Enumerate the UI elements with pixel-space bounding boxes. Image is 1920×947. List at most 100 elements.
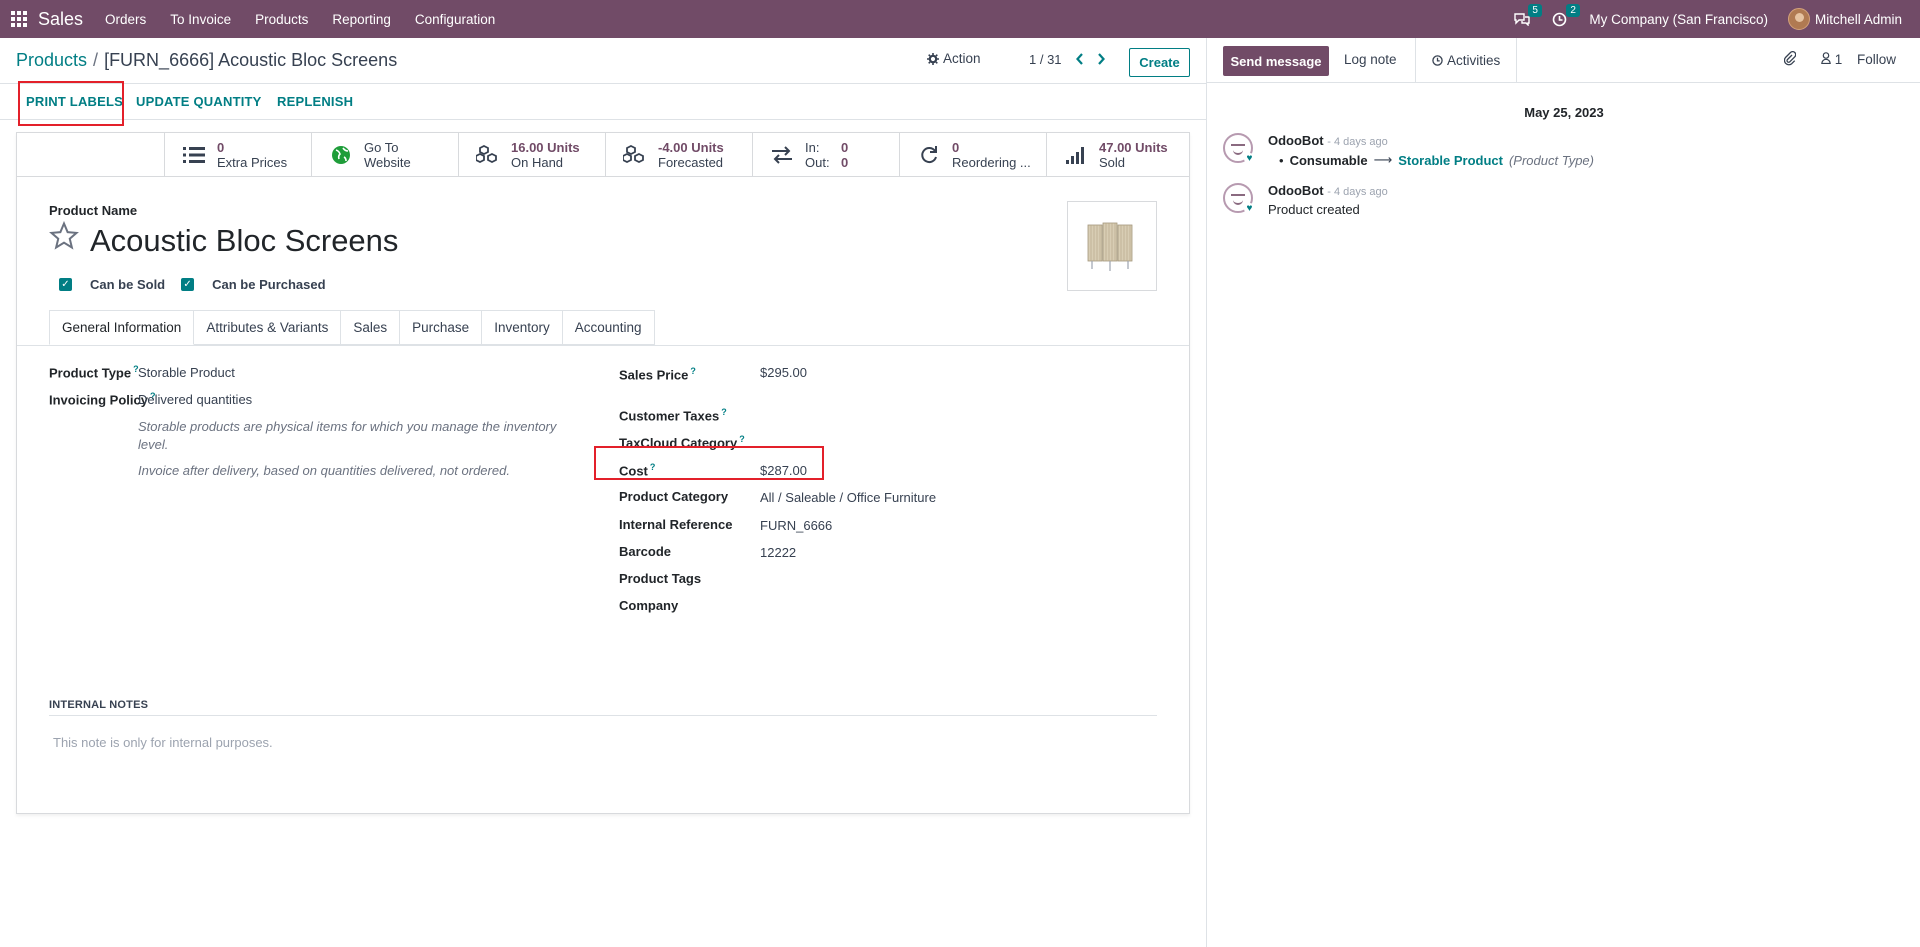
internal-notes-field[interactable]: This note is only for internal purposes. bbox=[53, 735, 273, 750]
attachment-icon[interactable] bbox=[1783, 50, 1797, 70]
smart-button-go-to-website[interactable]: Go To Website bbox=[311, 133, 458, 177]
reordering-value: 0 bbox=[952, 140, 960, 155]
on-hand-value: 16.00 Units bbox=[511, 140, 580, 155]
highlight-box-print-labels bbox=[18, 81, 124, 126]
log-note-button[interactable]: Log note bbox=[1344, 52, 1397, 67]
list-icon bbox=[179, 146, 209, 164]
clock-icon bbox=[1432, 55, 1443, 66]
tracking-new-value: Storable Product bbox=[1398, 152, 1503, 168]
in-value: 0 bbox=[841, 140, 849, 155]
sold-value: 47.00 Units bbox=[1099, 140, 1168, 155]
internal-notes-heading: INTERNAL NOTES bbox=[49, 699, 1157, 716]
heart-icon: ♥ bbox=[1244, 203, 1255, 214]
internal-reference-field[interactable]: FURN_6666 bbox=[760, 518, 832, 533]
product-type-label: Product Type? bbox=[49, 364, 139, 381]
followers-count: 1 bbox=[1834, 52, 1843, 67]
app-name[interactable]: Sales bbox=[38, 9, 83, 30]
update-quantity-button[interactable]: UPDATE QUANTITY bbox=[136, 94, 262, 109]
message-author: OdooBot - 4 days ago bbox=[1268, 133, 1388, 148]
gear-icon bbox=[927, 52, 939, 65]
odoobot-avatar: ♥ bbox=[1223, 133, 1255, 164]
chevron-left-icon bbox=[1076, 53, 1083, 65]
create-button[interactable]: Create bbox=[1129, 48, 1190, 77]
product-type-field[interactable]: Storable Product bbox=[138, 365, 235, 380]
tabs-divider bbox=[17, 345, 1189, 346]
can-be-sold-checkbox[interactable]: ✓ bbox=[59, 278, 72, 291]
internal-reference-label: Internal Reference bbox=[619, 517, 733, 532]
sales-price-field[interactable]: $295.00 bbox=[760, 365, 807, 380]
can-be-purchased-checkbox[interactable]: ✓ bbox=[181, 278, 195, 291]
messages-systray[interactable]: 5 bbox=[1514, 4, 1542, 26]
send-message-button[interactable]: Send message bbox=[1223, 46, 1329, 76]
user-icon bbox=[1821, 52, 1831, 65]
cubes-icon bbox=[473, 145, 503, 165]
help-tooltip-icon[interactable]: ? bbox=[690, 366, 696, 376]
chatter-panel: Send message Log note Activities 1 Follo… bbox=[1206, 38, 1920, 947]
apps-menu-icon[interactable] bbox=[0, 0, 38, 38]
user-menu[interactable]: Mitchell Admin bbox=[1787, 8, 1902, 30]
website-line2: Website bbox=[364, 155, 411, 170]
product-category-field[interactable]: All / Saleable / Office Furniture bbox=[760, 490, 936, 505]
tab-general-information[interactable]: General Information bbox=[49, 310, 195, 345]
can-be-sold-label: Can be Sold bbox=[90, 277, 166, 292]
tracking-value: • Consumable ⟶ Storable Product (Product… bbox=[1279, 152, 1594, 168]
smart-button-sold[interactable]: 47.00 Units Sold bbox=[1046, 133, 1193, 177]
chatter-topbar: Send message Log note Activities 1 Follo… bbox=[1207, 38, 1920, 83]
breadcrumb-products[interactable]: Products bbox=[16, 50, 87, 70]
reordering-label: Reordering ... bbox=[952, 155, 1031, 170]
action-menu-button[interactable]: Action bbox=[927, 51, 981, 66]
follow-button[interactable]: Follow bbox=[1857, 52, 1896, 67]
menu-products[interactable]: Products bbox=[255, 12, 308, 27]
company-label: Company bbox=[619, 598, 679, 613]
menu-configuration[interactable]: Configuration bbox=[415, 12, 495, 27]
activities-systray[interactable]: 2 bbox=[1552, 3, 1580, 27]
product-name-field[interactable]: Acoustic Bloc Screens bbox=[90, 221, 398, 261]
followers-button[interactable]: 1 bbox=[1821, 52, 1842, 67]
exchange-icon bbox=[767, 146, 797, 164]
sold-label: Sold bbox=[1099, 155, 1126, 170]
smart-button-on-hand[interactable]: 16.00 Units On Hand bbox=[458, 133, 605, 177]
activities-button[interactable]: Activities bbox=[1415, 38, 1518, 83]
tab-purchase[interactable]: Purchase bbox=[400, 310, 483, 345]
message-body: Product created bbox=[1268, 202, 1360, 217]
smart-button-reordering[interactable]: 0 Reordering ... bbox=[899, 133, 1046, 177]
activities-badge: 2 bbox=[1566, 3, 1580, 17]
help-storable-line1: Storable products are physical items for… bbox=[138, 419, 557, 434]
smart-button-forecasted[interactable]: -4.00 Units Forecasted bbox=[605, 133, 752, 177]
pager-previous-button[interactable] bbox=[1070, 49, 1090, 69]
tab-accounting[interactable]: Accounting bbox=[562, 310, 655, 345]
sales-price-label: Sales Price? bbox=[619, 366, 696, 383]
help-tooltip-icon[interactable]: ? bbox=[739, 434, 745, 444]
signal-icon bbox=[1061, 146, 1091, 164]
smart-button-in-out[interactable]: In: 0 Out: 0 bbox=[752, 133, 899, 177]
chatter-message: ♥ OdooBot - 4 days ago • Consumable ⟶ St… bbox=[1223, 133, 1903, 173]
message-date: - 4 days ago bbox=[1327, 136, 1388, 148]
product-category-label: Product Category bbox=[619, 489, 729, 504]
company-switcher[interactable]: My Company (San Francisco) bbox=[1589, 12, 1768, 27]
out-label: Out: bbox=[805, 155, 830, 170]
notebook-tabs: General Information Attributes & Variant… bbox=[49, 310, 655, 345]
tab-attributes-variants[interactable]: Attributes & Variants bbox=[194, 310, 342, 345]
favorite-star-icon[interactable] bbox=[49, 220, 79, 258]
breadcrumb: Products / [FURN_6666] Acoustic Bloc Scree… bbox=[16, 50, 397, 71]
invoicing-policy-field[interactable]: Delivered quantities bbox=[138, 392, 252, 407]
menu-to-invoice[interactable]: To Invoice bbox=[170, 12, 231, 27]
product-tags-label: Product Tags bbox=[619, 571, 702, 586]
product-flags: ✓ Can be Sold ✓ Can be Purchased bbox=[59, 277, 342, 292]
product-image[interactable] bbox=[1067, 201, 1157, 291]
replenish-button[interactable]: REPLENISH bbox=[277, 94, 353, 109]
barcode-field[interactable]: 12222 bbox=[760, 545, 796, 560]
barcode-label: Barcode bbox=[619, 544, 672, 559]
smart-button-extra-prices[interactable]: 0 Extra Prices bbox=[164, 133, 311, 177]
help-tooltip-icon[interactable]: ? bbox=[721, 407, 727, 417]
highlight-box-barcode bbox=[594, 446, 824, 480]
cubes-icon bbox=[620, 145, 650, 165]
tab-inventory[interactable]: Inventory bbox=[482, 310, 563, 345]
pager-next-button[interactable] bbox=[1091, 49, 1111, 69]
pager-value[interactable]: 1 / 31 bbox=[1029, 52, 1062, 67]
website-line1: Go To bbox=[364, 140, 399, 155]
menu-reporting[interactable]: Reporting bbox=[332, 12, 391, 27]
chatter-message: ♥ OdooBot - 4 days ago Product created bbox=[1223, 183, 1903, 223]
menu-orders[interactable]: Orders bbox=[105, 12, 146, 27]
tab-sales[interactable]: Sales bbox=[341, 310, 401, 345]
